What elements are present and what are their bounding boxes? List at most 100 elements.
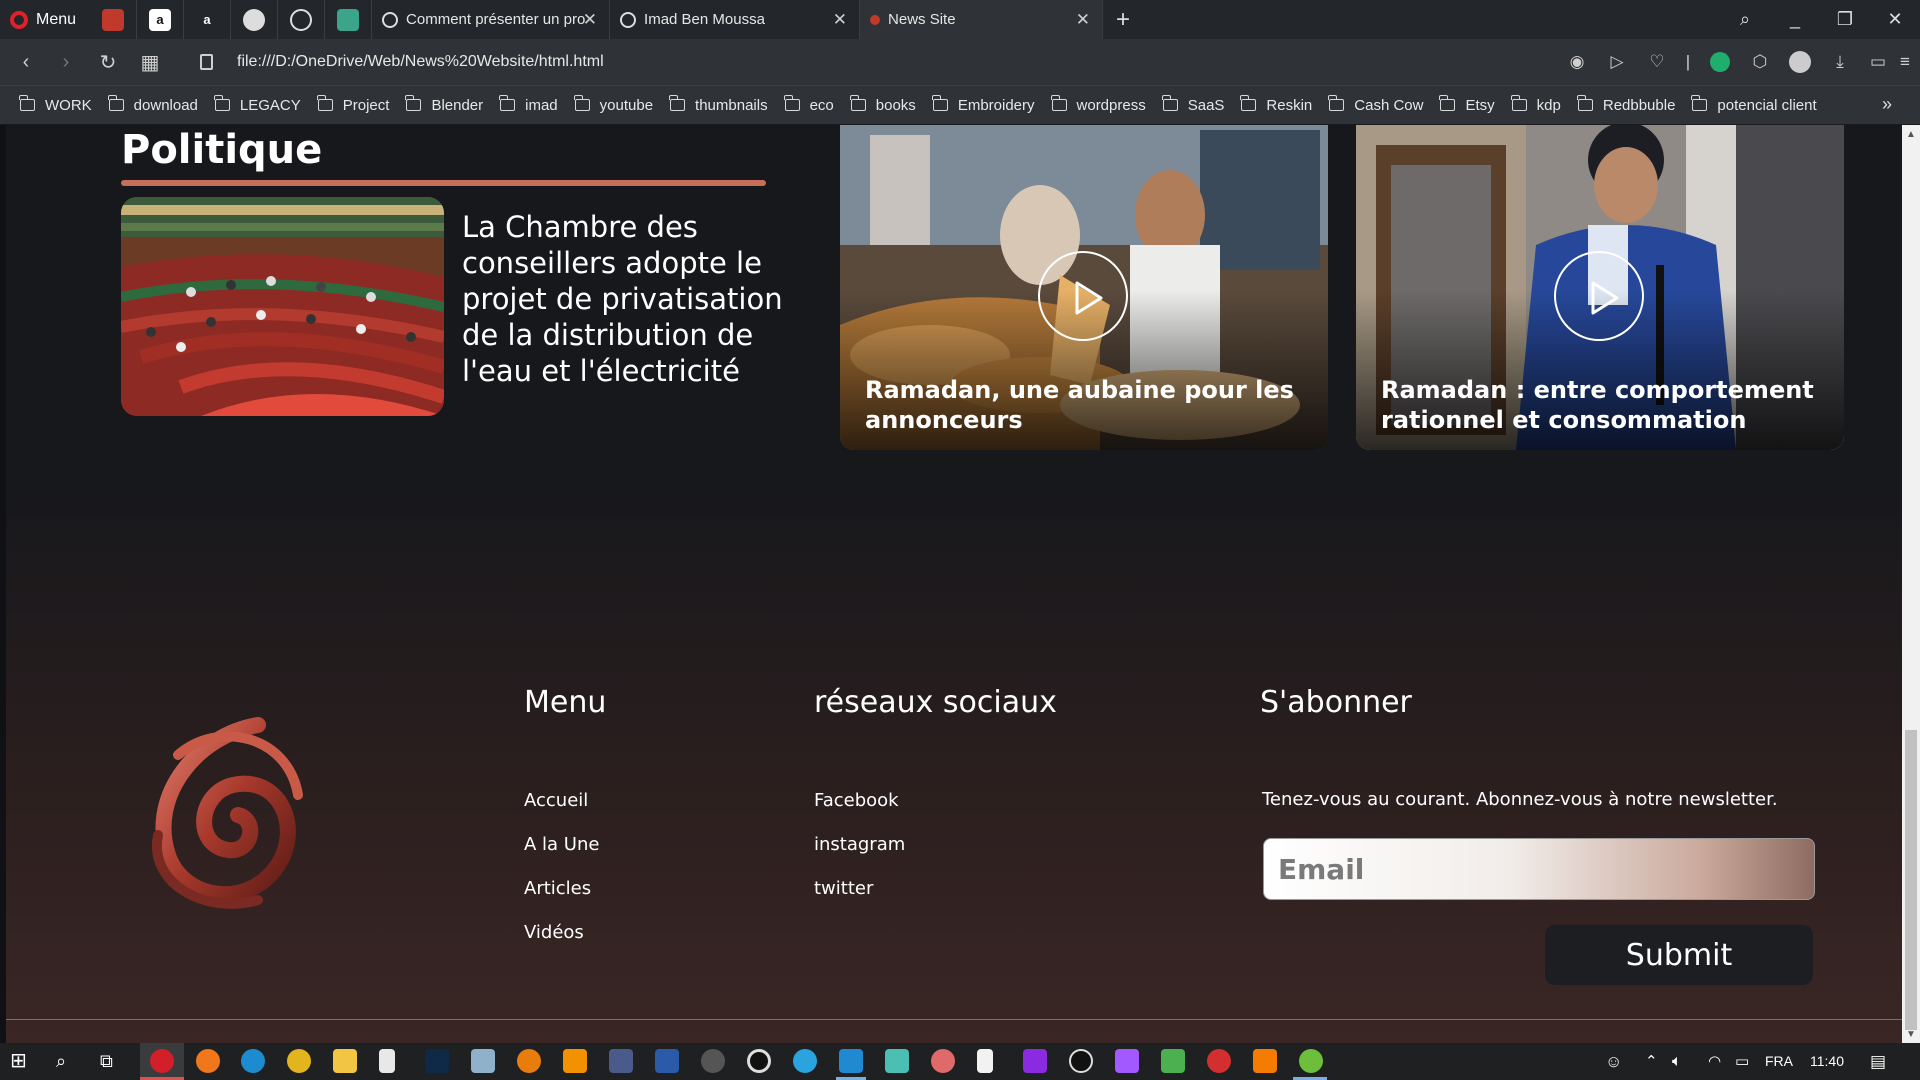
bookmark-redbbuble[interactable]: Redbbuble <box>1576 95 1675 114</box>
chevron-up-icon[interactable]: ⌃ <box>1645 1043 1658 1080</box>
search-icon[interactable]: ⌕ <box>1720 0 1770 39</box>
cube-icon[interactable]: ⬡ <box>1740 39 1780 85</box>
bookmark-cash-cow[interactable]: Cash Cow <box>1328 95 1423 114</box>
extension-icon[interactable] <box>1700 39 1740 85</box>
pinned-tab[interactable] <box>231 0 279 39</box>
app-icon[interactable] <box>471 1049 495 1073</box>
bookmark-potencial-client[interactable]: potencial client <box>1691 95 1817 114</box>
footer-link-facebook[interactable]: Facebook <box>814 790 899 811</box>
submit-button[interactable]: Submit <box>1545 925 1813 985</box>
footer-link-instagram[interactable]: instagram <box>814 834 905 855</box>
send-icon[interactable]: ▷ <box>1597 39 1637 85</box>
play-icon[interactable] <box>1038 251 1128 341</box>
close-icon[interactable]: ✕ <box>1076 10 1090 30</box>
url-field[interactable]: file:///D:/OneDrive/Web/News%20Website/h… <box>237 39 604 85</box>
opera-menu-button[interactable]: Menu <box>0 0 90 39</box>
pinned-tab[interactable]: a <box>184 0 232 39</box>
clock[interactable]: 11:40 <box>1810 1043 1844 1080</box>
blender-icon[interactable] <box>517 1049 541 1073</box>
utorrent-icon[interactable] <box>1299 1049 1323 1073</box>
record-icon[interactable] <box>747 1049 771 1073</box>
pinned-tab[interactable] <box>90 0 138 39</box>
close-icon[interactable]: ✕ <box>833 10 847 30</box>
bookmark-work[interactable]: WORK <box>19 95 92 114</box>
bookmark-kdp[interactable]: kdp <box>1510 95 1561 114</box>
tab-comment-presenter[interactable]: Comment présenter un pro ✕ <box>372 0 611 39</box>
bookmark-saas[interactable]: SaaS <box>1161 95 1224 114</box>
webcam-icon[interactable] <box>701 1049 725 1073</box>
email-field[interactable] <box>1263 838 1815 900</box>
forward-icon[interactable]: › <box>46 39 86 85</box>
vlc-icon[interactable] <box>563 1049 587 1073</box>
opera-icon[interactable] <box>150 1049 174 1073</box>
profile-icon[interactable] <box>1780 39 1820 85</box>
tab-imad-ben-moussa[interactable]: Imad Ben Moussa ✕ <box>610 0 861 39</box>
windows-start-icon[interactable]: ⊞ <box>10 1043 27 1080</box>
footer-link-twitter[interactable]: twitter <box>814 878 873 899</box>
bookmark-download[interactable]: download <box>107 95 198 114</box>
reload-icon[interactable]: ↻ <box>88 39 128 85</box>
close-icon[interactable]: ✕ <box>583 10 597 30</box>
app-icon[interactable] <box>1023 1049 1047 1073</box>
video-card[interactable]: Ramadan, une aubaine pour les annonceurs <box>840 125 1328 450</box>
bookmark-eco[interactable]: eco <box>783 95 834 114</box>
telegram-icon[interactable] <box>793 1049 817 1073</box>
video-card[interactable]: Ramadan : entre comportement rationnel e… <box>1356 125 1844 450</box>
download-icon[interactable]: ⤓ <box>1820 39 1860 85</box>
language-indicator[interactable]: FRA <box>1765 1043 1793 1080</box>
scrollbar-thumb[interactable] <box>1905 730 1917 1030</box>
battery-icon[interactable]: ▭ <box>1735 1043 1749 1080</box>
footer-link-articles[interactable]: Articles <box>524 878 591 899</box>
volume-icon[interactable]: 🔈︎ <box>1672 1043 1682 1080</box>
vscode-icon[interactable] <box>839 1049 863 1073</box>
app-icon[interactable] <box>609 1049 633 1073</box>
wifi-icon[interactable]: ◠ <box>1708 1043 1721 1080</box>
bookmark-wordpress[interactable]: wordpress <box>1050 95 1146 114</box>
app-icon[interactable] <box>1069 1049 1093 1073</box>
footer-link-videos[interactable]: Vidéos <box>524 922 584 943</box>
search-icon[interactable]: ⌕ <box>56 1043 66 1080</box>
new-tab-button[interactable]: + <box>1103 0 1143 39</box>
chrome-icon[interactable] <box>287 1049 311 1073</box>
bookmark-etsy[interactable]: Etsy <box>1439 95 1495 114</box>
tabs-grid-icon[interactable]: ▦ <box>130 39 170 85</box>
bookmark-youtube[interactable]: youtube <box>573 95 653 114</box>
scroll-down-icon[interactable]: ▼ <box>1902 1025 1920 1043</box>
page-scrollbar[interactable]: ▲ ▼ <box>1902 125 1920 1043</box>
app-icon[interactable] <box>1207 1049 1231 1073</box>
scroll-up-icon[interactable]: ▲ <box>1902 125 1920 143</box>
news-thumbnail[interactable] <box>121 197 444 416</box>
pinned-tab[interactable] <box>278 0 326 39</box>
notepad-icon[interactable] <box>379 1049 395 1073</box>
footer-link-a-la-une[interactable]: A la Une <box>524 834 599 855</box>
app-icon[interactable] <box>931 1049 955 1073</box>
bookmark-project[interactable]: Project <box>316 95 389 114</box>
bookmark-reskin[interactable]: Reskin <box>1240 95 1312 114</box>
file-explorer-icon[interactable] <box>333 1049 357 1073</box>
pinned-tab[interactable] <box>325 0 373 39</box>
tab-news-site[interactable]: News Site ✕ <box>860 0 1104 39</box>
app-icon[interactable] <box>885 1049 909 1073</box>
more-bookmarks-icon[interactable]: » <box>1882 94 1892 115</box>
play-icon[interactable] <box>1554 251 1644 341</box>
bookmark-imad[interactable]: imad <box>499 95 558 114</box>
easy-setup-icon[interactable]: ≡ <box>1890 39 1920 85</box>
camera-icon[interactable]: ◉ <box>1557 39 1597 85</box>
figma-icon[interactable] <box>1115 1049 1139 1073</box>
bookmark-blender[interactable]: Blender <box>405 95 483 114</box>
back-icon[interactable]: ‹ <box>6 39 46 85</box>
people-icon[interactable]: ☺ <box>1605 1043 1622 1080</box>
video-caption[interactable]: Ramadan : entre comportement rationnel e… <box>1381 375 1824 435</box>
video-caption[interactable]: Ramadan, une aubaine pour les annonceurs <box>865 375 1308 435</box>
xampp-icon[interactable] <box>1253 1049 1277 1073</box>
firefox-icon[interactable] <box>196 1049 220 1073</box>
photoshop-icon[interactable] <box>425 1049 449 1073</box>
bookmark-books[interactable]: books <box>849 95 916 114</box>
bookmark-legacy[interactable]: LEGACY <box>213 95 301 114</box>
bookmark-thumbnails[interactable]: thumbnails <box>669 95 768 114</box>
edge-icon[interactable] <box>241 1049 265 1073</box>
calendar-icon[interactable] <box>655 1049 679 1073</box>
restore-button[interactable]: ❐ <box>1820 0 1870 39</box>
news-headline-link[interactable]: La Chambre des conseillers adopte le pro… <box>462 209 802 389</box>
bookmark-embroidery[interactable]: Embroidery <box>931 95 1035 114</box>
